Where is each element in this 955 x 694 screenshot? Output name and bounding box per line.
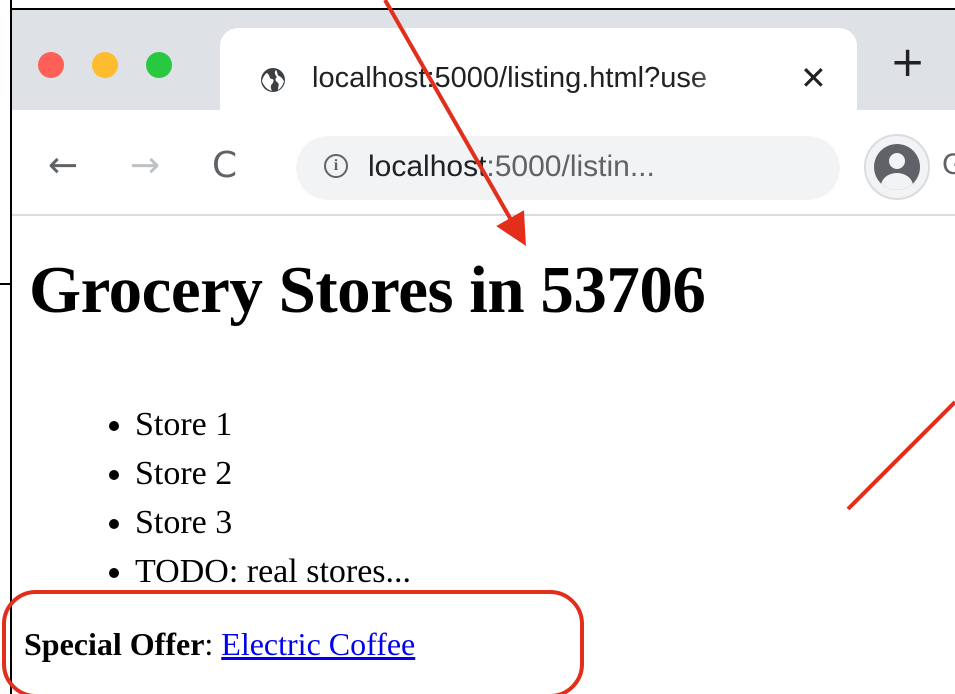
window-minimize-button[interactable] — [92, 52, 118, 78]
reload-icon[interactable]: C — [212, 146, 237, 186]
browser-titlebar: localhost:5000/listing.html?use ✕ + — [12, 10, 955, 118]
window-close-button[interactable] — [38, 52, 64, 78]
profile-icon — [874, 144, 920, 190]
profile-button[interactable] — [864, 134, 930, 200]
globe-icon — [261, 68, 285, 92]
tab-title: localhost:5000/listing.html?use — [312, 62, 707, 94]
tab-title-fade — [690, 56, 750, 100]
left-frame-edge — [0, 0, 12, 694]
address-bar-url[interactable]: localhost:5000/listin... — [368, 150, 655, 184]
store-list-item: TODO: real stores... — [135, 547, 411, 596]
browser-toolbar: ← → C i localhost:5000/listin... G — [12, 110, 955, 216]
page-title: Grocery Stores in 53706 — [29, 253, 706, 327]
store-list-item: Store 2 — [135, 449, 411, 498]
info-icon[interactable]: i — [324, 154, 348, 178]
profile-icon-body — [881, 173, 913, 190]
profile-label: G — [942, 148, 955, 181]
url-host: localhost — [368, 150, 487, 183]
window-zoom-button[interactable] — [146, 52, 172, 78]
forward-arrow-icon[interactable]: → — [130, 146, 160, 186]
new-tab-button[interactable]: + — [890, 41, 925, 83]
store-list-item: Store 1 — [135, 400, 411, 449]
back-arrow-icon[interactable]: ← — [48, 146, 78, 186]
offer-highlight-box — [2, 590, 584, 694]
address-bar[interactable]: i localhost:5000/listin... — [296, 136, 840, 200]
profile-icon-head — [889, 153, 905, 169]
url-path: :5000/listin... — [486, 150, 655, 183]
store-list-item: Store 3 — [135, 498, 411, 547]
browser-tab-active[interactable]: localhost:5000/listing.html?use ✕ — [220, 28, 857, 118]
screenshot-stage: localhost:5000/listing.html?use ✕ + ← → … — [0, 0, 955, 694]
tab-close-icon[interactable]: ✕ — [800, 58, 827, 98]
store-list: Store 1 Store 2 Store 3 TODO: real store… — [90, 400, 411, 596]
